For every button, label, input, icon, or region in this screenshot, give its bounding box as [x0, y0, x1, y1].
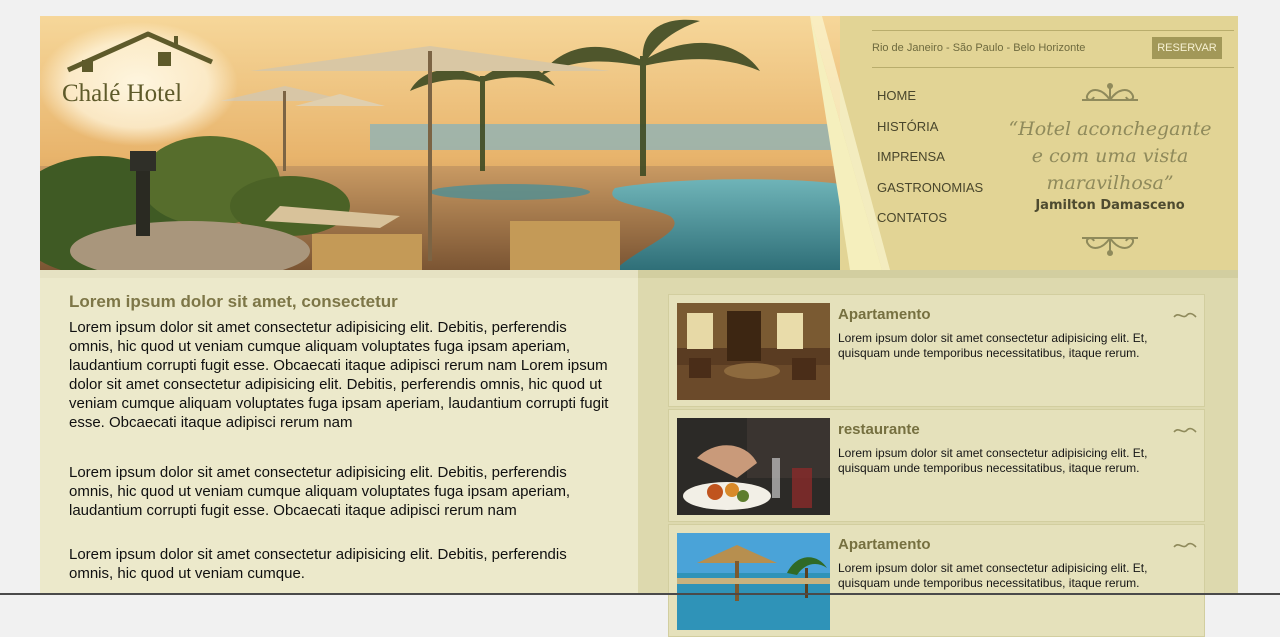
ornament-bottom-icon [1082, 237, 1138, 256]
nav-contatos[interactable]: CONTATOS [877, 210, 983, 241]
card-ornament-icon [1173, 542, 1197, 548]
card-ornament-icon [1173, 312, 1197, 318]
card-description: Lorem ipsum dolor sit amet consectetur a… [838, 446, 1148, 475]
card-image-restaurant [677, 418, 830, 515]
header: Chalé Hotel Rio de Janeiro - São Paulo -… [40, 16, 1238, 270]
card-title: Apartamento [838, 536, 931, 553]
card-apartamento[interactable]: Apartamento Lorem ipsum dolor sit amet c… [668, 294, 1205, 407]
card-apartamento-2[interactable]: Apartamento Lorem ipsum dolor sit amet c… [668, 524, 1205, 637]
logo-text: Chalé Hotel [62, 80, 183, 107]
card-restaurante[interactable]: restaurante Lorem ipsum dolor sit amet c… [668, 409, 1205, 522]
content-paragraph-3: Lorem ipsum dolor sit amet consectetur a… [69, 546, 567, 582]
house-logo-icon [66, 31, 214, 73]
quote-line-3: maravilhosa” [1046, 172, 1174, 194]
testimonial-quote: “Hotel aconchegante e com uma vista mara… [985, 76, 1235, 256]
card-description: Lorem ipsum dolor sit amet consectetur a… [838, 331, 1148, 360]
quote-author: Jamilton Damasceno [1035, 198, 1185, 213]
quote-line-2: e com uma vista [1031, 145, 1189, 167]
content-heading: Lorem ipsum dolor sit amet, consectetur [69, 292, 398, 311]
content-paragraph-2: Lorem ipsum dolor sit amet consectetur a… [69, 464, 571, 519]
cities-bar: Rio de Janeiro - São Paulo - Belo Horizo… [872, 30, 1234, 68]
card-description: Lorem ipsum dolor sit amet consectetur a… [838, 561, 1148, 590]
cities-text: Rio de Janeiro - São Paulo - Belo Horizo… [872, 42, 1086, 54]
quote-line-1: “Hotel aconchegante [1008, 118, 1212, 140]
main-nav: HOME HISTÓRIA IMPRENSA GASTRONOMIAS CONT… [877, 88, 983, 241]
site-wrapper: Chalé Hotel Rio de Janeiro - São Paulo -… [40, 16, 1238, 637]
ornament-top-icon [1082, 83, 1138, 101]
card-title: Apartamento [838, 306, 931, 323]
reserve-button[interactable]: RESERVAR [1152, 37, 1222, 59]
nav-home[interactable]: HOME [877, 88, 983, 119]
nav-imprensa[interactable]: IMPRENSA [877, 149, 983, 180]
nav-gastronomias[interactable]: GASTRONOMIAS [877, 180, 983, 211]
card-image-pool [677, 533, 830, 630]
card-ornament-icon [1173, 427, 1197, 433]
quote-text: “Hotel aconchegante e com uma vista mara… [985, 116, 1235, 197]
nav-historia[interactable]: HISTÓRIA [877, 119, 983, 150]
card-title: restaurante [838, 421, 920, 438]
main-content: Lorem ipsum dolor sit amet, consectetur … [40, 270, 638, 595]
logo[interactable]: Chalé Hotel [48, 22, 228, 132]
card-image-room [677, 303, 830, 400]
content-paragraph-1: Lorem ipsum dolor sit amet consectetur a… [69, 319, 609, 431]
sidebar: Apartamento Lorem ipsum dolor sit amet c… [638, 270, 1238, 637]
